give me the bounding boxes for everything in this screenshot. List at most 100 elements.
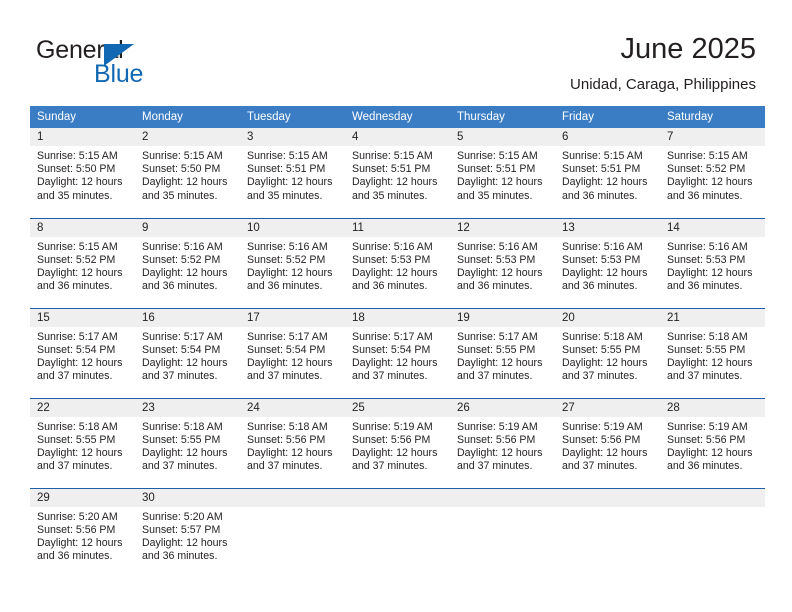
day-info: Sunrise: 5:15 AM Sunset: 5:52 PM Daylight:… bbox=[660, 146, 765, 203]
calendar-day-cell[interactable]: 25 Sunrise: 5:19 AM Sunset: 5:56 PM Dayligh… bbox=[345, 397, 450, 488]
day-number: 22 bbox=[30, 398, 135, 417]
weekday-header-tuesday: Tuesday bbox=[240, 106, 345, 128]
calendar-day-cell[interactable]: 12 Sunrise: 5:16 AM Sunset: 5:53 PM Dayligh… bbox=[450, 217, 555, 308]
calendar-week-row: 8 Sunrise: 5:15 AM Sunset: 5:52 PM Daylight… bbox=[30, 217, 765, 308]
sunrise-text: Sunrise: 5:18 AM bbox=[247, 420, 328, 433]
calendar-table: Sunday Monday Tuesday Wednesday Thursday Frid… bbox=[30, 106, 765, 578]
calendar-day-cell[interactable]: 18 Sunrise: 5:17 AM Sunset: 5:54 PM Dayligh… bbox=[345, 307, 450, 398]
daylight-text: Daylight: 12 hours and 37 minutes. bbox=[142, 356, 228, 383]
day-info: Sunrise: 5:16 AM Sunset: 5:53 PM Daylight:… bbox=[450, 237, 555, 294]
calendar-day-cell[interactable]: 23 Sunrise: 5:18 AM Sunset: 5:55 PM Dayligh… bbox=[135, 397, 240, 488]
day-info: Sunrise: 5:16 AM Sunset: 5:52 PM Daylight:… bbox=[240, 237, 345, 294]
sunset-text: Sunset: 5:55 PM bbox=[457, 343, 536, 356]
weekday-header-thursday: Thursday bbox=[450, 106, 555, 128]
calendar-day-cell[interactable]: 3 Sunrise: 5:15 AM Sunset: 5:51 PM Daylight… bbox=[240, 128, 345, 218]
calendar-day-cell[interactable]: 21 Sunrise: 5:18 AM Sunset: 5:55 PM Dayligh… bbox=[660, 307, 765, 398]
calendar-day-cell-empty bbox=[660, 487, 765, 578]
calendar-day-cell[interactable]: 28 Sunrise: 5:19 AM Sunset: 5:56 PM Dayligh… bbox=[660, 397, 765, 488]
day-info: Sunrise: 5:16 AM Sunset: 5:53 PM Daylight:… bbox=[660, 237, 765, 294]
sunrise-text: Sunrise: 5:15 AM bbox=[247, 150, 328, 162]
calendar-day-cell[interactable]: 11 Sunrise: 5:16 AM Sunset: 5:53 PM Dayligh… bbox=[345, 217, 450, 308]
day-info: Sunrise: 5:20 AM Sunset: 5:56 PM Daylight:… bbox=[30, 507, 135, 564]
calendar-day-cell[interactable]: 26 Sunrise: 5:19 AM Sunset: 5:56 PM Dayligh… bbox=[450, 397, 555, 488]
calendar-day-cell[interactable]: 10 Sunrise: 5:16 AM Sunset: 5:52 PM Dayligh… bbox=[240, 217, 345, 308]
day-info: Sunrise: 5:15 AM Sunset: 5:50 PM Daylight:… bbox=[135, 146, 240, 203]
calendar-day-cell[interactable]: 4 Sunrise: 5:15 AM Sunset: 5:51 PM Daylight… bbox=[345, 128, 450, 218]
calendar-day-cell[interactable]: 15 Sunrise: 5:17 AM Sunset: 5:54 PM Dayligh… bbox=[30, 307, 135, 398]
calendar-day-cell[interactable]: 13 Sunrise: 5:16 AM Sunset: 5:53 PM Dayligh… bbox=[555, 217, 660, 308]
calendar-day-cell[interactable]: 16 Sunrise: 5:17 AM Sunset: 5:54 PM Dayligh… bbox=[135, 307, 240, 398]
sunrise-text: Sunrise: 5:16 AM bbox=[352, 240, 433, 253]
calendar-day-cell[interactable]: 9 Sunrise: 5:16 AM Sunset: 5:52 PM Daylight… bbox=[135, 217, 240, 308]
calendar-day-cell[interactable]: 5 Sunrise: 5:15 AM Sunset: 5:51 PM Daylight… bbox=[450, 128, 555, 218]
calendar-day-cell[interactable]: 7 Sunrise: 5:15 AM Sunset: 5:52 PM Daylight… bbox=[660, 128, 765, 218]
calendar-day-cell[interactable]: 24 Sunrise: 5:18 AM Sunset: 5:56 PM Dayligh… bbox=[240, 397, 345, 488]
calendar-day-cell[interactable]: 19 Sunrise: 5:17 AM Sunset: 5:55 PM Dayligh… bbox=[450, 307, 555, 398]
sunset-text: Sunset: 5:52 PM bbox=[142, 253, 221, 266]
day-number: 18 bbox=[345, 308, 450, 327]
calendar-day-cell[interactable]: 20 Sunrise: 5:18 AM Sunset: 5:55 PM Dayligh… bbox=[555, 307, 660, 398]
sunrise-text: Sunrise: 5:15 AM bbox=[457, 150, 538, 162]
calendar-day-cell[interactable]: 2 Sunrise: 5:15 AM Sunset: 5:50 PM Daylight… bbox=[135, 128, 240, 218]
calendar-container: Sunday Monday Tuesday Wednesday Thursday Frid… bbox=[30, 106, 765, 578]
day-info: Sunrise: 5:17 AM Sunset: 5:54 PM Daylight:… bbox=[345, 327, 450, 384]
day-number: 26 bbox=[450, 398, 555, 417]
day-number: 7 bbox=[660, 128, 765, 146]
day-info: Sunrise: 5:19 AM Sunset: 5:56 PM Daylight:… bbox=[555, 417, 660, 474]
sunset-text: Sunset: 5:50 PM bbox=[142, 163, 221, 176]
calendar-day-cell-empty bbox=[555, 487, 660, 578]
sunset-text: Sunset: 5:55 PM bbox=[37, 433, 116, 446]
daylight-text: Daylight: 12 hours and 36 minutes. bbox=[457, 266, 543, 293]
calendar-day-cell[interactable]: 8 Sunrise: 5:15 AM Sunset: 5:52 PM Daylight… bbox=[30, 217, 135, 308]
calendar-day-cell[interactable]: 6 Sunrise: 5:15 AM Sunset: 5:51 PM Daylight… bbox=[555, 128, 660, 218]
calendar-day-cell[interactable]: 30 Sunrise: 5:20 AM Sunset: 5:57 PM Dayligh… bbox=[135, 487, 240, 578]
page-subtitle: Unidad, Caraga, Philippines bbox=[570, 76, 756, 93]
sunset-text: Sunset: 5:55 PM bbox=[142, 433, 221, 446]
sunset-text: Sunset: 5:54 PM bbox=[247, 343, 326, 356]
sunrise-text: Sunrise: 5:18 AM bbox=[142, 420, 223, 433]
calendar-day-cell[interactable]: 1 Sunrise: 5:15 AM Sunset: 5:50 PM Daylight… bbox=[30, 128, 135, 218]
calendar-day-cell[interactable]: 29 Sunrise: 5:20 AM Sunset: 5:56 PM Dayligh… bbox=[30, 487, 135, 578]
sunrise-text: Sunrise: 5:15 AM bbox=[142, 150, 223, 162]
day-info: Sunrise: 5:19 AM Sunset: 5:56 PM Daylight:… bbox=[660, 417, 765, 474]
day-number: 25 bbox=[345, 398, 450, 417]
day-info: Sunrise: 5:19 AM Sunset: 5:56 PM Daylight:… bbox=[450, 417, 555, 474]
sunrise-text: Sunrise: 5:19 AM bbox=[562, 420, 643, 433]
calendar-day-cell[interactable]: 17 Sunrise: 5:17 AM Sunset: 5:54 PM Dayligh… bbox=[240, 307, 345, 398]
sunset-text: Sunset: 5:57 PM bbox=[142, 523, 221, 536]
daylight-text: Daylight: 12 hours and 37 minutes. bbox=[352, 446, 438, 473]
day-number: 3 bbox=[240, 128, 345, 146]
sunrise-text: Sunrise: 5:15 AM bbox=[352, 150, 433, 162]
daylight-text: Daylight: 12 hours and 35 minutes. bbox=[142, 176, 228, 202]
sunset-text: Sunset: 5:51 PM bbox=[352, 163, 431, 176]
calendar-day-cell[interactable]: 22 Sunrise: 5:18 AM Sunset: 5:55 PM Dayligh… bbox=[30, 397, 135, 488]
day-number bbox=[345, 488, 450, 507]
weekday-header-sunday: Sunday bbox=[30, 106, 135, 128]
day-number: 29 bbox=[30, 488, 135, 507]
daylight-text: Daylight: 12 hours and 37 minutes. bbox=[37, 356, 123, 383]
day-info: Sunrise: 5:18 AM Sunset: 5:55 PM Daylight:… bbox=[555, 327, 660, 384]
sunrise-text: Sunrise: 5:16 AM bbox=[667, 240, 748, 253]
day-number: 27 bbox=[555, 398, 660, 417]
calendar-day-cell[interactable]: 27 Sunrise: 5:19 AM Sunset: 5:56 PM Dayligh… bbox=[555, 397, 660, 488]
general-blue-logo: General Blue bbox=[36, 36, 216, 88]
weekday-header-friday: Friday bbox=[555, 106, 660, 128]
sunrise-text: Sunrise: 5:16 AM bbox=[562, 240, 643, 253]
day-info: Sunrise: 5:18 AM Sunset: 5:56 PM Daylight:… bbox=[240, 417, 345, 474]
daylight-text: Daylight: 12 hours and 37 minutes. bbox=[352, 356, 438, 383]
sunset-text: Sunset: 5:56 PM bbox=[667, 433, 746, 446]
day-number: 16 bbox=[135, 308, 240, 327]
calendar-day-cell-empty bbox=[345, 487, 450, 578]
day-number: 9 bbox=[135, 218, 240, 237]
daylight-text: Daylight: 12 hours and 36 minutes. bbox=[667, 176, 753, 202]
daylight-text: Daylight: 12 hours and 35 minutes. bbox=[457, 176, 543, 202]
sunrise-text: Sunrise: 5:15 AM bbox=[562, 150, 643, 162]
calendar-week-row: 22 Sunrise: 5:18 AM Sunset: 5:55 PM Dayligh… bbox=[30, 397, 765, 488]
calendar-day-cell[interactable]: 14 Sunrise: 5:16 AM Sunset: 5:53 PM Dayligh… bbox=[660, 217, 765, 308]
day-number: 13 bbox=[555, 218, 660, 237]
daylight-text: Daylight: 12 hours and 36 minutes. bbox=[352, 266, 438, 293]
sunrise-text: Sunrise: 5:17 AM bbox=[37, 330, 118, 343]
calendar-page: General Blue June 2025 Unidad, Caraga, P… bbox=[0, 0, 792, 612]
calendar-week-row: 29 Sunrise: 5:20 AM Sunset: 5:56 PM Dayligh… bbox=[30, 487, 765, 578]
daylight-text: Daylight: 12 hours and 36 minutes. bbox=[142, 266, 228, 293]
